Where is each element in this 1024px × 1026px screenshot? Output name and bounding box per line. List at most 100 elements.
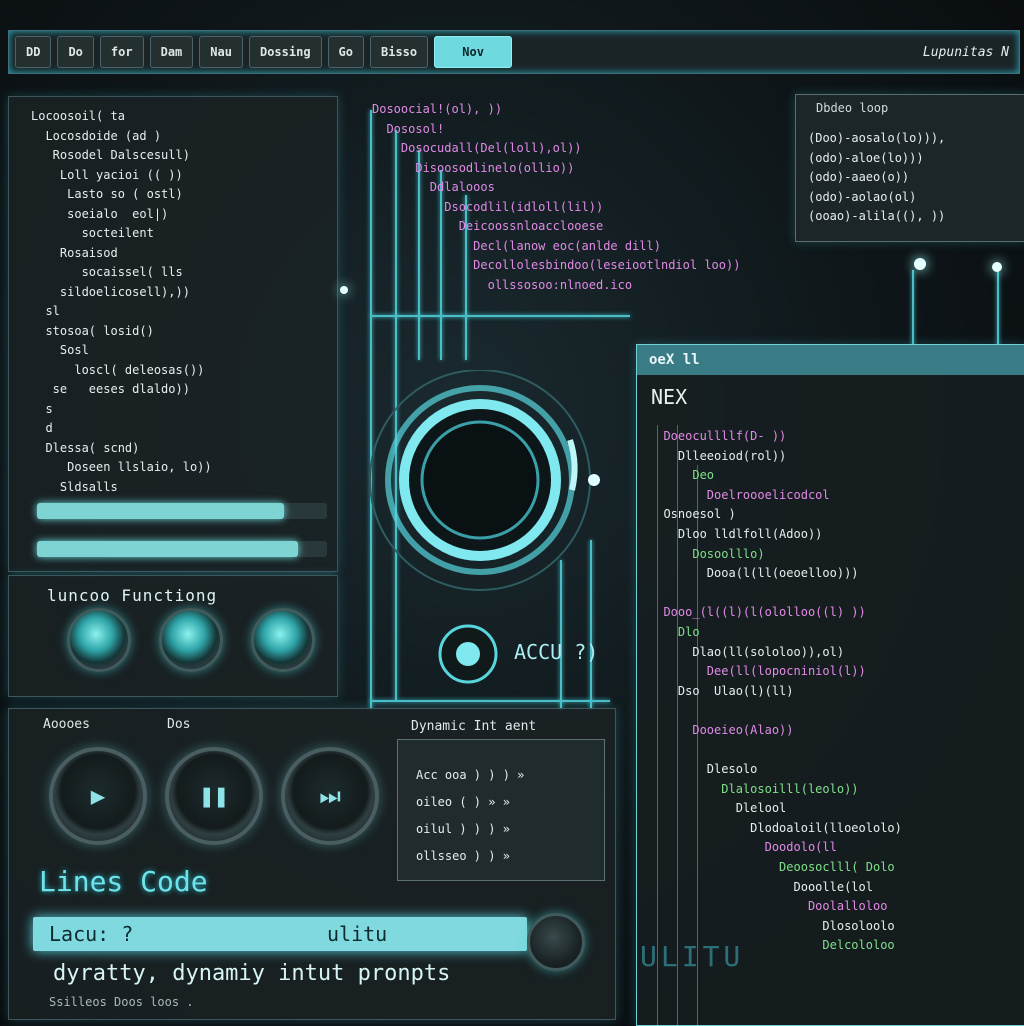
nex-window: oeX ll NEX Doeocullllf(D- )) Dlleeoiod(r…	[636, 344, 1024, 1026]
dynamic-line: Acc ooa ) ) ) »	[416, 768, 525, 782]
code-line: s	[31, 401, 53, 416]
code-line: se eeses dlaldo))	[31, 382, 190, 396]
menu-item-active[interactable]: Nov	[434, 36, 513, 68]
code-line: Sldsalls	[31, 479, 118, 494]
code-line: Locosdoide (ad )	[31, 128, 162, 143]
circuit-trace	[370, 700, 610, 702]
code-line: Dosoocial!(ol), ))	[372, 102, 503, 116]
code-line: Rosaisod	[31, 245, 118, 260]
dynamic-lines: Acc ooa ) ) ) » oileo ( ) » » oilul ) ) ) …	[416, 762, 524, 870]
send-knob[interactable]	[527, 913, 585, 971]
code-line: socteilent	[31, 226, 154, 240]
function-knob-3[interactable]	[251, 608, 315, 672]
dynamic-line: ollsseo ) ) »	[416, 849, 510, 863]
code-line: Dlao(ll(sololoo)),ol)	[649, 644, 845, 659]
log-line: (odo)-aolao(ol)	[808, 189, 917, 204]
circuit-trace	[997, 270, 999, 350]
log-line: (odo)-aaeo(o))	[808, 170, 910, 184]
code-line: Sosl	[31, 343, 89, 357]
code-line: Dsocodlil(idloll(lil))	[372, 199, 604, 214]
menu-item-7[interactable]: Go	[327, 36, 364, 68]
nex-title-bar[interactable]: oeX ll	[637, 345, 1024, 375]
dynamic-line: oilul ) ) ) »	[416, 822, 510, 836]
play-icon: ▶	[90, 782, 106, 810]
menu-item-8[interactable]: Bisso	[370, 36, 429, 68]
code-line: Dosoolllo)	[649, 546, 765, 561]
accu-label: ACCU ?)	[514, 640, 599, 664]
menu-item-2[interactable]: Do	[57, 36, 94, 68]
background: DD Do for Dam Nau Dossing Go Bisso Nov L…	[0, 0, 1024, 1026]
code-line: Dlo	[649, 624, 700, 639]
code-line: Doolalloloo	[649, 899, 888, 914]
code-line: Deo	[649, 468, 715, 483]
function-knob-2[interactable]	[159, 608, 223, 672]
nex-heading: NEX	[651, 385, 688, 409]
nex-code-lines: Doeocullllf(D- )) Dlleeoiod(rol)) Deo Do…	[649, 427, 902, 956]
code-line: Rosodel Dalscesull)	[31, 148, 190, 162]
code-line: Dooo_(l((l)(l(ololloo((l) ))	[649, 605, 866, 620]
menu-item-4[interactable]: Dam	[149, 36, 194, 68]
code-line: Dee(ll(lopocniniol(l))	[649, 664, 866, 679]
dynamic-line: oileo ( ) » »	[416, 795, 510, 809]
code-line: Dlessa( scnd)	[31, 440, 140, 455]
accu-node-icon	[438, 624, 498, 684]
menu-item-3[interactable]: for	[99, 36, 144, 68]
log-line: (odo)-aloe(lo)))	[808, 150, 924, 165]
code-line: Dloo lldlfoll(Adoo))	[649, 526, 823, 541]
circuit-trace	[370, 315, 630, 317]
menu-item-6[interactable]: Dossing	[248, 36, 322, 68]
code-line: Locoosoil( ta	[31, 109, 125, 123]
bottom-left-panel: Aoooes Dos Dynamic Int aent ▶ ❚❚ ⏭ Acc o…	[8, 708, 616, 1020]
code-line: Dlelool	[649, 801, 787, 816]
lines-code-title: Lines Code	[39, 865, 208, 898]
left-code-panel: Locoosoil( ta Locosdoide (ad ) Rosodel D…	[8, 96, 338, 572]
play-button[interactable]: ▶	[49, 747, 147, 845]
code-line: Ddlalooos	[372, 180, 495, 194]
code-line: socaissel( lls	[31, 265, 183, 279]
code-line: Loll yacioi (( ))	[31, 167, 183, 182]
function-knob-1[interactable]	[67, 608, 131, 672]
code-line: Doelroooelicodcol	[649, 487, 830, 502]
log-line: (Doo)-aosalo(lo))),	[808, 131, 946, 145]
log-header: Dbdeo loop	[816, 101, 889, 115]
glow-dot	[914, 258, 926, 270]
code-line: Dooolle(lol	[649, 879, 873, 894]
code-line: Decl(lanow eoc(anlde dill)	[372, 238, 661, 253]
menu-item-5[interactable]: Nau	[199, 36, 243, 68]
code-line: Osnoesol )	[649, 507, 736, 522]
code-line: Dlalosoilll(leolo))	[649, 781, 859, 796]
dynamic-title: Dynamic Int aent	[411, 719, 537, 734]
pause-button[interactable]: ❚❚	[165, 747, 263, 845]
input-right-text: ulitu	[327, 922, 388, 946]
pause-icon: ❚❚	[199, 782, 229, 810]
circuit-trace	[912, 270, 914, 350]
skip-icon: ⏭	[319, 782, 341, 810]
log-line: (ooao)-alila((), ))	[808, 209, 946, 223]
code-line: soeialo eol|)	[31, 206, 169, 221]
code-line: Dooeieo(Alao))	[649, 722, 794, 737]
menu-item-1[interactable]: DD	[15, 36, 52, 68]
code-line: Dlosoloolo	[649, 918, 895, 933]
code-line: sl	[31, 304, 60, 318]
prompt-input[interactable]: Lacu: ? ulitu	[33, 917, 527, 951]
code-line: Lasto so ( ostl)	[31, 187, 183, 201]
central-ring	[369, 370, 600, 591]
code-line: Doeocullllf(D- ))	[649, 429, 787, 443]
watermark-text: ULITU	[640, 940, 745, 973]
code-line: Deicoossnloacclooese	[372, 219, 604, 233]
code-line: Dlleeoiod(rol))	[649, 448, 787, 463]
code-line: Deoosoclll( Dolo	[649, 860, 895, 875]
footer-text: Ssilleos Doos loos .	[49, 995, 194, 1009]
input-left-text: Lacu: ?	[49, 922, 134, 946]
code-line: Dososol!	[372, 121, 445, 136]
top-right-log-panel: Dbdeo loop (Doo)-aosalo(lo))), (odo)-aloe…	[795, 94, 1024, 242]
code-line: Dlesolo	[649, 762, 758, 777]
code-line: d	[31, 421, 53, 435]
log-lines: (Doo)-aosalo(lo))), (odo)-aloe(lo))) (odo)…	[808, 129, 945, 227]
skip-button[interactable]: ⏭	[281, 747, 379, 845]
bottom-mid-label: Dos	[167, 717, 191, 732]
menu-bar: DD Do for Dam Nau Dossing Go Bisso Nov L…	[8, 30, 1020, 74]
